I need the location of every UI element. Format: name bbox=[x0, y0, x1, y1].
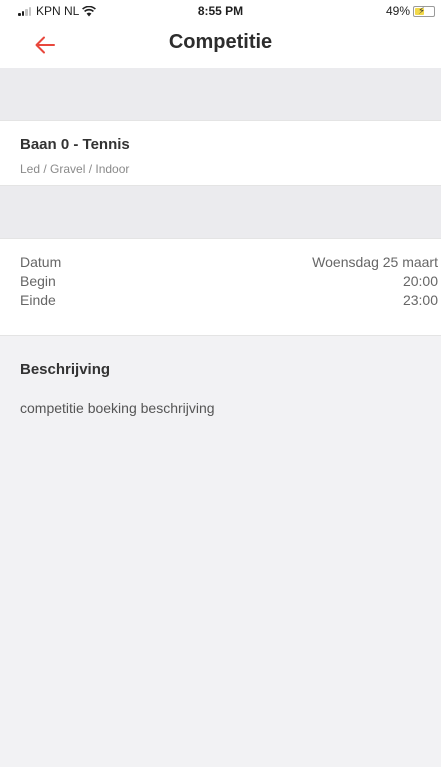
end-time-row: Einde 23:00 bbox=[20, 292, 438, 311]
status-time: 8:55 PM bbox=[197, 4, 244, 18]
back-button[interactable] bbox=[30, 30, 60, 60]
court-card: Baan 0 - Tennis Led / Gravel / Indoor bbox=[0, 120, 441, 186]
date-label: Datum bbox=[20, 254, 62, 270]
battery-percent: 49% bbox=[385, 4, 410, 18]
end-time-label: Einde bbox=[20, 292, 56, 308]
court-details: Led / Gravel / Indoor bbox=[20, 162, 130, 176]
charging-bolt-icon: ⚡ bbox=[418, 5, 426, 17]
section-spacer bbox=[0, 68, 441, 120]
status-battery-group: 49% ⚡ bbox=[386, 4, 435, 18]
date-value: Woensdag 25 maart bbox=[312, 254, 438, 270]
start-time-value: 20:00 bbox=[402, 273, 438, 289]
status-bar: KPN NL 8:55 PM 49% ⚡ bbox=[0, 0, 441, 22]
booking-details-card: Datum Woensdag 25 maart Begin 20:00 Eind… bbox=[0, 238, 441, 336]
description-title: Beschrijving bbox=[20, 361, 111, 378]
section-spacer bbox=[0, 186, 441, 238]
arrow-left-icon bbox=[35, 36, 55, 54]
start-time-row: Begin 20:00 bbox=[20, 273, 438, 292]
description-text: competitie boeking beschrijving bbox=[20, 400, 215, 416]
nav-bar: Competitie bbox=[0, 22, 441, 68]
description-section: Beschrijving competitie boeking beschrij… bbox=[0, 337, 441, 767]
battery-icon: ⚡ bbox=[413, 5, 435, 17]
end-time-value: 23:00 bbox=[402, 292, 438, 308]
court-name: Baan 0 - Tennis bbox=[20, 136, 130, 153]
start-time-label: Begin bbox=[20, 273, 56, 289]
page-title: Competitie bbox=[168, 31, 273, 53]
date-row: Datum Woensdag 25 maart bbox=[20, 254, 438, 273]
